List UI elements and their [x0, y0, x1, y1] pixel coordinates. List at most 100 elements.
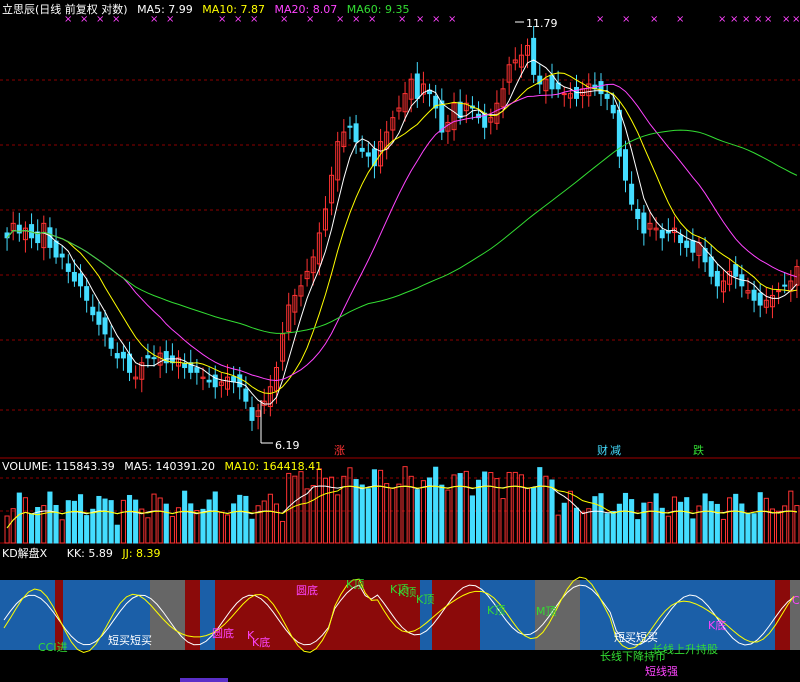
volume-bar [304, 488, 310, 544]
volume-bar [249, 518, 255, 544]
candle-body [678, 234, 684, 244]
volume-bar [84, 515, 90, 544]
candle-body [610, 104, 616, 114]
volume-bar [273, 503, 280, 544]
volume-bar [469, 495, 475, 544]
volume-bar [22, 497, 28, 544]
volume-bar [684, 497, 690, 544]
volume-bar [463, 470, 469, 544]
candle-body [641, 212, 647, 234]
candle-body [622, 149, 628, 181]
volume-bar [475, 479, 482, 544]
volume-bar [133, 499, 139, 544]
top-x-marker: × [792, 14, 800, 25]
volume-bar [635, 519, 641, 544]
candle-body [114, 353, 120, 359]
volume-bar [359, 484, 365, 544]
low-price-label: 6.19 [275, 439, 300, 452]
kd-signal-label: K顶 [346, 578, 365, 591]
candle-body [776, 290, 782, 293]
volume-bar [28, 513, 35, 544]
volume-bar [163, 503, 169, 544]
volume-bar [561, 502, 567, 544]
event-marker-rise: 涨 [334, 444, 345, 457]
ma60-label: MA60: 9.35 [346, 3, 410, 16]
volume-bar [763, 497, 769, 544]
volume-bar [524, 487, 531, 544]
kd-bottom-bar [180, 678, 228, 682]
candle-body [182, 363, 188, 369]
candle-body [353, 123, 359, 143]
volume-bar [298, 471, 304, 544]
top-x-marker: × [764, 14, 772, 25]
kd-signal-label: K顶 [487, 604, 506, 617]
top-x-marker: × [782, 14, 790, 25]
volume-bar [47, 491, 53, 544]
volume-bar [218, 512, 224, 544]
top-x-marker: × [742, 14, 750, 25]
volume-bar [727, 497, 733, 544]
kd-region [432, 580, 480, 650]
candle-body [598, 81, 604, 95]
volume-bar [788, 490, 794, 544]
kd-signal-label: 短买短买 [108, 634, 152, 647]
kd-signal-label: M顶 [536, 605, 557, 618]
volume-bar [616, 503, 622, 544]
kd-jj: JJ: 8.39 [122, 547, 161, 560]
top-x-marker: × [676, 14, 684, 25]
volume-bar [114, 524, 120, 544]
volume-bar [708, 501, 714, 544]
kd-region [420, 580, 432, 650]
volume-bar [420, 480, 426, 544]
kd-region [0, 580, 55, 650]
volume-bar [237, 494, 243, 544]
kd-signal-label: K顶 [416, 593, 435, 606]
candle-body [708, 256, 714, 277]
volume-bar [353, 479, 359, 544]
event-marker-reduce: 减 [610, 444, 621, 457]
top-x-marker: × [416, 14, 424, 25]
candle-body [690, 240, 696, 253]
volume-bar [537, 467, 543, 544]
volume-bar [531, 487, 537, 544]
stock-chart: × × × × × × × × × × × × × × × × × × × × × × × × × × × × × [0, 14, 800, 682]
volume-bar [316, 468, 322, 544]
candle-body [53, 240, 59, 258]
kd-kk: KK: 5.89 [66, 547, 113, 560]
volume-bar [65, 500, 71, 544]
volume-bar [188, 503, 194, 544]
kd-region [790, 580, 800, 650]
volume-bar [690, 518, 696, 544]
volume-ma5: MA5: 140391.20 [124, 460, 215, 473]
volume-bar [678, 501, 684, 544]
volume-bar [506, 471, 512, 544]
candle-body [249, 407, 255, 421]
volume-bar [292, 475, 298, 544]
candle-body [629, 183, 635, 205]
top-x-marker: × [730, 14, 738, 25]
candle-body [231, 376, 237, 383]
volume-bar [108, 500, 114, 544]
top-x-marker: × [754, 14, 762, 25]
volume-bar [445, 489, 451, 544]
candle-body [714, 270, 720, 287]
volume-bar [671, 496, 678, 544]
kd-signal-label: C [792, 594, 800, 607]
volume-bar [653, 493, 659, 544]
top-x-marker: × [650, 14, 658, 25]
kd-region [55, 580, 63, 650]
candle-body [684, 240, 690, 248]
volume-bar [518, 474, 524, 544]
top-x-marker: × [718, 14, 726, 25]
volume-bar [482, 471, 488, 544]
candle-body [90, 306, 96, 316]
volume-bar [169, 515, 175, 544]
candle-body [365, 152, 371, 157]
volume-bar [647, 501, 653, 544]
kd-signal-label: K底 [708, 619, 727, 632]
candle-body [414, 73, 420, 99]
volume-bar [378, 469, 384, 544]
volume-bar [151, 493, 157, 544]
volume-bar [573, 507, 580, 544]
volume-bar [77, 494, 84, 544]
